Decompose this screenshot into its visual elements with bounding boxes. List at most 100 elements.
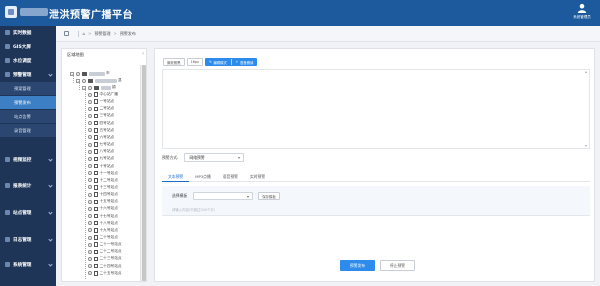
tree-node-site[interactable]: 十四号站点 xyxy=(88,191,118,198)
tree-checkbox[interactable] xyxy=(88,249,92,254)
tree-checkbox[interactable] xyxy=(88,271,92,276)
tree-node-site[interactable]: 七号站点 xyxy=(88,141,114,148)
tree-checkbox[interactable] xyxy=(88,206,92,211)
tree-node-site[interactable]: 十九号站点 xyxy=(88,227,118,234)
tree-checkbox[interactable] xyxy=(88,235,92,240)
tree-checkbox[interactable] xyxy=(88,113,92,118)
tree-checkbox[interactable] xyxy=(88,99,92,104)
tree-checkbox[interactable] xyxy=(88,92,92,97)
tree-checkbox[interactable] xyxy=(88,171,92,176)
tree-node-site[interactable]: 八号站点 xyxy=(88,148,114,155)
nav-site-management[interactable]: 站点管理 xyxy=(0,206,56,219)
tree-node-site[interactable]: 十号站点 xyxy=(88,163,114,170)
nav-log-management[interactable]: 日志管理 xyxy=(0,233,56,246)
tree-checkbox[interactable] xyxy=(88,221,92,226)
tree-checkbox[interactable] xyxy=(88,164,92,168)
nav-video-monitor[interactable]: 视频监控 xyxy=(0,153,56,166)
message-textarea[interactable]: 请输入内容(不超过500个字) xyxy=(172,207,215,212)
scroll-up-icon[interactable] xyxy=(585,71,587,73)
warning-mode-select[interactable]: 网络预警 xyxy=(184,153,245,162)
tree-node-site[interactable]: 二十三号站点 xyxy=(88,255,122,262)
menu-toggle-icon[interactable] xyxy=(64,31,69,36)
tree-checkbox[interactable] xyxy=(88,128,92,133)
publish-warning-button[interactable]: 预警发布 xyxy=(340,260,375,271)
tree-node-site[interactable]: 十二号站点 xyxy=(88,177,118,184)
tree-node-site[interactable]: 二十二号站点 xyxy=(88,248,122,255)
tree-checkbox[interactable] xyxy=(88,135,92,140)
tree-node-site[interactable]: 九号站点 xyxy=(88,155,114,162)
tree-checkbox[interactable] xyxy=(88,214,92,219)
tree-node-site[interactable]: 十六号站点 xyxy=(88,205,118,212)
tree-node-site[interactable]: 十七号站点 xyxy=(88,213,118,220)
edit-mode-button[interactable]: 编辑模式 xyxy=(213,60,227,65)
tree-node-site[interactable]: 四号站点 xyxy=(88,120,114,127)
subnav-plan-management[interactable]: 预案管理 xyxy=(0,82,56,95)
tree-node-site[interactable]: 二十四号站点 xyxy=(88,263,122,270)
tree-checkbox[interactable] xyxy=(88,121,92,126)
breadcrumb-parent[interactable]: 预警管理 xyxy=(95,31,111,37)
tree-node-level2[interactable]: − 县 xyxy=(76,77,122,84)
tree-node-site[interactable]: 十八号站点 xyxy=(88,220,118,227)
tree-node-site[interactable]: 中心站广播 xyxy=(88,91,118,98)
tree-checkbox[interactable] xyxy=(82,78,86,83)
tree-node-level3[interactable]: − 镇 xyxy=(82,84,116,91)
stop-warning-button[interactable]: 停止预警 xyxy=(380,260,415,271)
tree-checkbox[interactable] xyxy=(88,185,92,190)
tree-checkbox[interactable] xyxy=(88,242,92,247)
subnav-recording-management[interactable]: 录音管理 xyxy=(0,124,56,137)
tree-checkbox[interactable] xyxy=(88,85,92,90)
tree-node-site[interactable]: 三号站点 xyxy=(88,112,114,119)
subnav-warning-publish[interactable]: 预警发布 xyxy=(0,96,56,109)
tree-checkbox[interactable] xyxy=(88,264,92,269)
collapse-icon[interactable]: ‹ xyxy=(142,51,144,57)
tree-checkbox[interactable] xyxy=(88,106,92,111)
tree-node-root[interactable]: − 市 xyxy=(70,70,110,77)
tree-node-site[interactable]: 十三号站点 xyxy=(88,184,118,191)
tree-checkbox[interactable] xyxy=(88,256,92,261)
font-size-select[interactable]: 16px xyxy=(186,58,204,66)
tab-realtime-warning[interactable]: 实时预警 xyxy=(244,172,271,182)
tree-node-site[interactable]: 一号站点 xyxy=(88,98,114,105)
nav-water-dispatch[interactable]: 水位调度 xyxy=(0,54,56,67)
nav-system-management[interactable]: 系统管理 xyxy=(0,258,56,271)
tree-checkbox[interactable] xyxy=(88,142,92,147)
tree-node-site[interactable]: 二十五号站点 xyxy=(88,270,122,277)
user-menu[interactable]: 系统管理员 xyxy=(567,2,597,24)
tree-checkbox[interactable] xyxy=(88,228,92,233)
tree-checkbox[interactable] xyxy=(88,199,92,204)
tree-checkbox[interactable] xyxy=(76,71,80,76)
font-family-select[interactable]: 微软雅黑 xyxy=(163,58,185,66)
collapse-toggle-icon[interactable]: − xyxy=(76,78,80,83)
nav-warning-management[interactable]: 预警管理 xyxy=(0,68,56,81)
voice-read-button[interactable]: 语音朗读 xyxy=(240,60,254,65)
scrollbar-thumb[interactable] xyxy=(142,65,146,281)
nav-gis-screen[interactable]: GIS大屏 xyxy=(0,40,56,53)
tree-node-site[interactable]: 十一号站点 xyxy=(88,170,118,177)
tab-voice-warning[interactable]: 语音预警 xyxy=(217,172,244,182)
sidebar: 实时数据 GIS大屏 水位调度 预警管理 预案管理 预警发布 站点告警 录音管理… xyxy=(0,26,56,286)
tree-scrollbar[interactable] xyxy=(140,65,146,281)
tree-checkbox[interactable] xyxy=(88,178,92,183)
tab-text-warning[interactable]: 文本预警 xyxy=(162,172,190,182)
tree-checkbox[interactable] xyxy=(88,156,92,161)
tree-node-site[interactable]: 十五号站点 xyxy=(88,198,118,205)
tree-node-site[interactable]: 二号站点 xyxy=(88,105,114,112)
collapse-toggle-icon[interactable]: − xyxy=(82,85,86,90)
tree-node-site[interactable]: 五号站点 xyxy=(88,127,114,134)
tree-node-site[interactable]: 二十一号站点 xyxy=(88,241,122,248)
save-template-button[interactable]: 保存模板 xyxy=(258,192,280,200)
nav-realtime-data[interactable]: 实时数据 xyxy=(0,26,56,39)
content-editor[interactable] xyxy=(162,69,590,149)
subnav-site-alarm[interactable]: 站点告警 xyxy=(0,110,56,123)
editor-scrollbar[interactable] xyxy=(585,71,588,147)
nav-report-stats[interactable]: 报表统计 xyxy=(0,179,56,192)
tab-mp3-broadcast[interactable]: MP3点播 xyxy=(189,172,217,182)
tree-node-site[interactable]: 二十号站点 xyxy=(88,234,118,241)
scroll-down-icon[interactable] xyxy=(585,145,587,147)
home-icon[interactable]: ⌂ xyxy=(83,31,86,36)
template-select[interactable] xyxy=(193,192,254,200)
tree-checkbox[interactable] xyxy=(88,192,92,197)
collapse-toggle-icon[interactable]: − xyxy=(70,71,74,76)
tree-node-site[interactable]: 六号站点 xyxy=(88,134,114,141)
tree-checkbox[interactable] xyxy=(88,149,92,154)
